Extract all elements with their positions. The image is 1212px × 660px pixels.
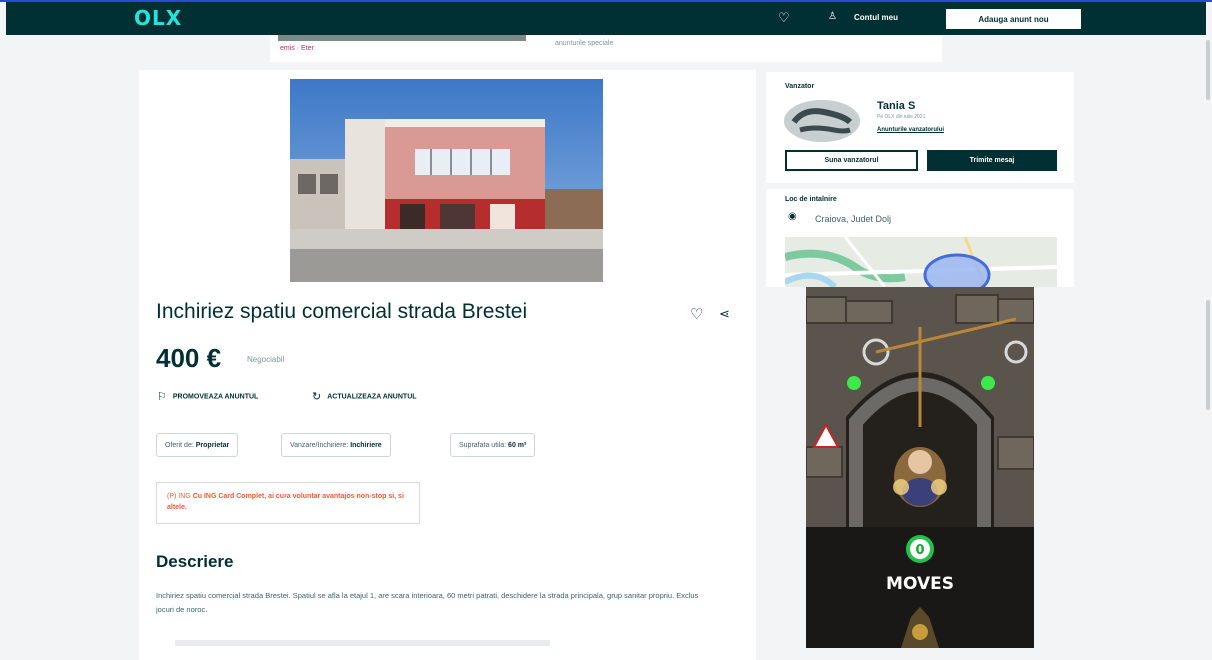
seller-heading: Vanzator (785, 83, 815, 90)
tag-value: 60 m² (508, 442, 527, 449)
user-icon[interactable]: ♙ (828, 11, 837, 22)
strip-tags: emis · Eter (280, 45, 314, 52)
tag-value: Proprietar (195, 442, 230, 449)
negotiable-label: Negociabil (247, 355, 285, 364)
tag-key: Vanzare/Inchiriere: (290, 442, 349, 449)
strip-image (278, 35, 526, 41)
refresh-icon: ↻ (312, 391, 322, 403)
tag-value: Inchiriere (350, 442, 382, 449)
ad-moves-count: 0 (915, 543, 924, 558)
olx-logo[interactable]: OLX (134, 6, 182, 30)
seller-since: Pe OLX din iulie 2021 (877, 114, 926, 120)
promo-text: Cu ING Card Complet, ai cura voluntar av… (167, 493, 404, 511)
promote-ad-label: PROMOVEAZA ANUNTUL (172, 393, 259, 401)
seller-name: Tania S (877, 100, 916, 112)
tag-surface[interactable]: Suprafata utila: 60 m² (450, 433, 536, 457)
location-heading: Loc de intalnire (785, 196, 837, 203)
seller-ads-link[interactable]: Anunturile vanzatorului (877, 127, 944, 133)
description-heading: Descriere (156, 552, 234, 571)
refresh-ad-link[interactable]: ↻ ACTUALIZEAZA ANUNTUL (312, 390, 417, 403)
send-message-button[interactable]: Trimite mesaj (927, 150, 1057, 171)
description-cut-off-line (175, 640, 550, 646)
favorite-heart-icon[interactable]: ♡ (690, 305, 703, 323)
sponsored-promo-box[interactable]: (P) ING Cu ING Card Complet, ai cura vol… (156, 482, 420, 524)
tag-offered-by[interactable]: Oferit de: Proprietar (156, 433, 239, 457)
call-seller-button[interactable]: Suna vanzatorul (785, 150, 918, 171)
tag-sale-rent[interactable]: Vanzare/Inchiriere: Inchiriere (281, 433, 391, 457)
listing-price: 400 € (156, 343, 222, 373)
location-text: Craiova, Judet Dolj (815, 214, 892, 224)
refresh-ad-label: ACTUALIZEAZA ANUNTUL (327, 393, 417, 401)
bookmark-icon: ⚐ (157, 391, 167, 403)
post-ad-button[interactable]: Adauga anunt nou (946, 9, 1081, 29)
tag-key: Oferit de: (165, 442, 194, 449)
promo-strip: emis · Eter anunturile speciale (270, 35, 942, 62)
location-map[interactable] (785, 237, 1057, 287)
promo-tag: (P) ING (167, 493, 191, 500)
top-navigation-bar: OLX ♡ ♙ Contul meu Adauga anunt nou (6, 2, 1206, 35)
promote-ad-link[interactable]: ⚐ PROMOVEAZA ANUNTUL (157, 390, 258, 403)
share-icon[interactable]: ⋖ (719, 306, 730, 322)
listing-title: Inchiriez spatiu comercial strada Breste… (156, 300, 528, 323)
tag-key: Suprafata utila: (459, 442, 507, 449)
scrollbar-thumb-top[interactable] (1206, 40, 1210, 100)
strip-text: anunturile speciale (555, 40, 614, 47)
description-text: Inchiriez spatiu comercial strada Breste… (156, 591, 699, 614)
ad-moves-label: MOVES (886, 574, 954, 594)
location-pin-icon: ◉ (788, 211, 797, 222)
heart-icon[interactable]: ♡ (778, 10, 790, 26)
listing-photo[interactable] (290, 79, 603, 282)
scrollbar-thumb[interactable] (1206, 300, 1210, 410)
game-advertisement[interactable]: 0 MOVES (806, 287, 1034, 648)
seller-avatar[interactable] (784, 100, 860, 142)
account-link[interactable]: Contul meu (854, 13, 898, 22)
